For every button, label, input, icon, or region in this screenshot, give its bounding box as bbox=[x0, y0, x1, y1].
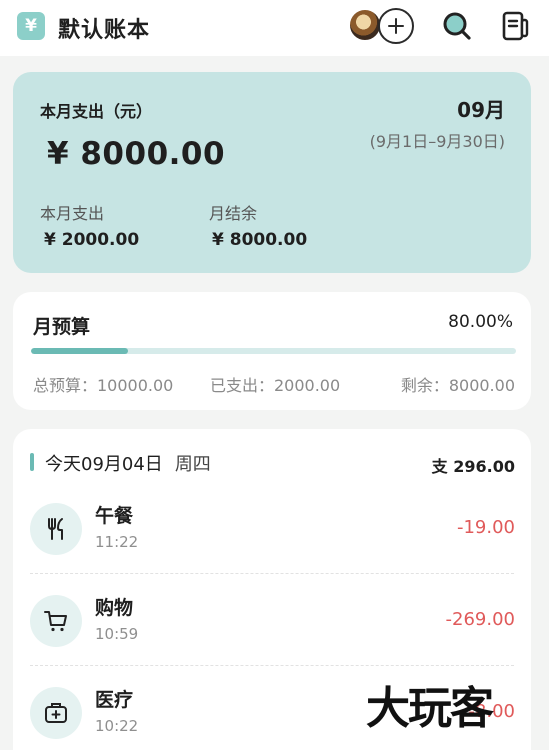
record-time: 10:22 bbox=[95, 717, 139, 735]
record-date: 今天09月04日 周四 bbox=[45, 450, 211, 476]
record-amount: -269.00 bbox=[445, 609, 515, 630]
monthly-summary-card[interactable]: 本月支出（元） 09月 (9月1日–9月30日) ¥ 8000.00 本月支出 … bbox=[13, 72, 531, 273]
book-icon[interactable]: ¥ bbox=[17, 12, 45, 40]
add-member-button[interactable] bbox=[378, 8, 414, 44]
record-category: 购物 bbox=[95, 597, 134, 619]
budget-progress-bar bbox=[31, 348, 516, 354]
record-item[interactable]: 午餐 11:22 -19.00 bbox=[13, 503, 531, 595]
divider bbox=[30, 665, 514, 666]
budget-spent: 已支出：2000.00 bbox=[210, 376, 341, 395]
budget-title: 月预算 bbox=[33, 316, 91, 338]
ledger-menu-icon[interactable] bbox=[499, 10, 531, 42]
record-weekday: 周四 bbox=[174, 454, 211, 475]
plus-icon bbox=[388, 18, 404, 34]
medical-kit-icon bbox=[30, 687, 82, 739]
date-accent-bar bbox=[30, 453, 34, 471]
month-selector[interactable]: 09月 bbox=[457, 94, 505, 123]
search-icon[interactable] bbox=[441, 10, 473, 42]
balance-label: 月结余 bbox=[209, 204, 258, 223]
record-time: 11:22 bbox=[95, 533, 139, 551]
expense-sub-label: 本月支出 bbox=[40, 204, 105, 223]
record-date-text: 今天09月04日 bbox=[45, 454, 163, 475]
budget-total: 总预算：10000.00 bbox=[33, 376, 174, 395]
record-time: 10:59 bbox=[95, 625, 139, 643]
divider bbox=[30, 573, 514, 574]
balance-value: ¥ 8000.00 bbox=[212, 230, 308, 250]
budget-percent: 80.00% bbox=[448, 312, 513, 332]
monthly-expense-amount: ¥ 8000.00 bbox=[47, 136, 226, 172]
utensils-icon bbox=[30, 503, 82, 555]
expense-sub-value: ¥ 2000.00 bbox=[44, 230, 140, 250]
book-title[interactable]: 默认账本 bbox=[58, 12, 150, 44]
record-category: 午餐 bbox=[95, 505, 134, 527]
monthly-expense-label: 本月支出（元） bbox=[40, 102, 153, 121]
watermark: 大玩客 bbox=[366, 683, 494, 734]
month-range: (9月1日–9月30日) bbox=[369, 132, 505, 151]
record-category: 医疗 bbox=[95, 689, 134, 711]
shopping-cart-icon bbox=[30, 595, 82, 647]
budget-progress-fill bbox=[31, 348, 128, 354]
avatar[interactable] bbox=[348, 8, 382, 42]
app-header: ¥ 默认账本 bbox=[0, 0, 549, 56]
monthly-budget-card[interactable]: 月预算 80.00% 总预算：10000.00 已支出：2000.00 剩余：8… bbox=[13, 292, 531, 410]
record-amount: -19.00 bbox=[456, 517, 515, 538]
budget-remaining: 剩余：8000.00 bbox=[400, 376, 515, 395]
daily-total: 支 296.00 bbox=[431, 457, 515, 476]
